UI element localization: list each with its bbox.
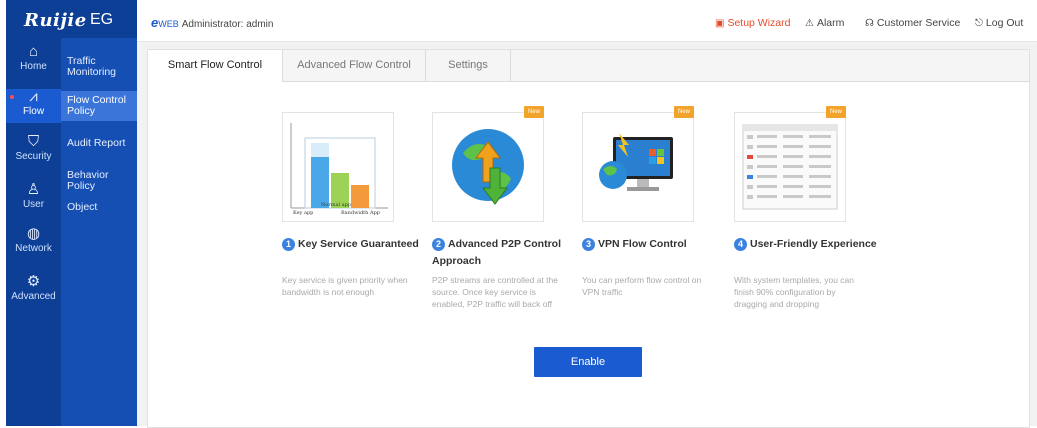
- enable-button[interactable]: Enable: [534, 347, 642, 377]
- sub-item-audit-report[interactable]: Audit Report: [61, 138, 137, 152]
- flow-icon: ⩘: [29, 88, 38, 105]
- logout-label: Log Out: [985, 17, 1024, 29]
- tab-smart-flow-control[interactable]: Smart Flow Control: [148, 50, 283, 82]
- top-bar: eWEB Administrator: admin ▣ Setup Wizard ⚠…: [137, 0, 1037, 42]
- rail-item-flow[interactable]: ⩘ Flow: [6, 89, 61, 123]
- new-badge: New: [674, 106, 694, 118]
- feature-title: 4 User-Friendly Experience: [734, 236, 879, 253]
- chart-label-key-app: Key app: [293, 210, 313, 216]
- home-icon: ⌂: [28, 43, 39, 60]
- logout-link[interactable]: ⎋ Log Out: [975, 17, 1023, 29]
- chart-label-normal-app: Normal app: [321, 202, 351, 208]
- eweb-header: eWEB Administrator: admin: [151, 15, 273, 30]
- feature-description: P2P streams are controlled at the source…: [432, 275, 558, 309]
- chart-label-bandwidth-app: Bandwidth App: [341, 210, 380, 216]
- p2p-image: [432, 112, 544, 222]
- step-number-badge: 4: [734, 237, 747, 251]
- globe-icon: ◍: [26, 225, 41, 242]
- rail-item-home[interactable]: ⌂ Home: [6, 44, 61, 80]
- content-card: Smart Flow Control Advanced Flow Control…: [147, 49, 1030, 428]
- alarm-link[interactable]: ⚠ Alarm: [805, 17, 844, 29]
- eweb-logo-text: WEB: [158, 19, 179, 29]
- logo: Ruijie EG: [6, 0, 137, 38]
- feature-title-text: Key Service Guaranteed: [298, 238, 419, 250]
- setup-wizard-link[interactable]: ▣ Setup Wizard: [715, 17, 790, 29]
- rail-item-label: Security: [15, 151, 52, 162]
- sub-item-object[interactable]: Object: [61, 202, 137, 216]
- tab-bar: Smart Flow Control Advanced Flow Control…: [148, 50, 1029, 82]
- setup-wizard-label: Setup Wizard: [727, 17, 791, 29]
- user-icon: ♙: [26, 181, 41, 198]
- feature-title-text: Advanced P2P Control Approach: [432, 238, 561, 267]
- key-service-image: Normal app Key app Bandwidth App: [282, 112, 394, 222]
- rail-item-advanced[interactable]: ⚙ Advanced: [6, 274, 61, 310]
- brand-logo: Ruijie: [24, 10, 87, 31]
- feature-title: 3 VPN Flow Control: [582, 236, 727, 253]
- rail-item-security[interactable]: ⛉ Security: [6, 134, 61, 170]
- tab-settings[interactable]: Settings: [426, 50, 511, 81]
- product-name: EG: [90, 11, 114, 28]
- feature-title-text: User-Friendly Experience: [750, 238, 877, 250]
- shield-icon: ⛉: [27, 133, 40, 150]
- new-badge: New: [524, 106, 544, 118]
- feature-title-text: VPN Flow Control: [598, 238, 687, 250]
- sub-item-behavior-policy[interactable]: Behavior Policy: [61, 170, 137, 192]
- alarm-icon: ⚠: [805, 18, 814, 29]
- customer-service-label: Customer Service: [876, 17, 961, 29]
- alarm-label: Alarm: [816, 17, 845, 29]
- feature-title: 1 Key Service Guaranteed: [282, 236, 427, 253]
- step-number-badge: 3: [582, 237, 595, 251]
- sub-menu: Traffic Monitoring Flow Control Policy A…: [61, 0, 137, 426]
- feature-title: 2 Advanced P2P Control Approach: [432, 236, 577, 270]
- rail-item-label: User: [22, 199, 45, 210]
- rail-item-label: Home: [20, 61, 47, 72]
- vpn-image: [582, 112, 694, 222]
- nav-rail: ⌂ Home ⩘ Flow ⛉ Security ♙ User ◍ Networ…: [6, 0, 61, 426]
- step-number-badge: 1: [282, 237, 295, 251]
- wizard-icon: ▣: [715, 18, 725, 29]
- step-number-badge: 2: [432, 237, 445, 251]
- rail-item-user[interactable]: ♙ User: [6, 182, 61, 218]
- template-image: [734, 112, 846, 222]
- logout-icon: ⎋: [975, 18, 983, 29]
- active-dot: [10, 95, 14, 99]
- main-content: Smart Flow Control Advanced Flow Control…: [137, 42, 1037, 428]
- tab-advanced-flow-control[interactable]: Advanced Flow Control: [283, 50, 426, 81]
- headset-icon: ☊: [865, 18, 874, 29]
- rail-item-label: Flow: [22, 106, 45, 117]
- sub-item-flow-control-policy[interactable]: Flow Control Policy: [61, 91, 137, 121]
- feature-description: You can perform flow control on VPN traf…: [582, 275, 702, 297]
- feature-description: Key service is given priority when bandw…: [282, 275, 408, 297]
- feature-description: With system templates, you can finish 90…: [734, 275, 854, 309]
- admin-label: Administrator: admin: [181, 19, 274, 30]
- gear-icon: ⚙: [26, 273, 41, 290]
- rail-item-network[interactable]: ◍ Network: [6, 226, 61, 262]
- rail-item-label: Network: [15, 243, 52, 254]
- rail-item-label: Advanced: [11, 291, 56, 302]
- customer-service-link[interactable]: ☊ Customer Service: [865, 17, 960, 29]
- sub-item-traffic-monitoring[interactable]: Traffic Monitoring: [61, 54, 137, 80]
- new-badge: New: [826, 106, 846, 118]
